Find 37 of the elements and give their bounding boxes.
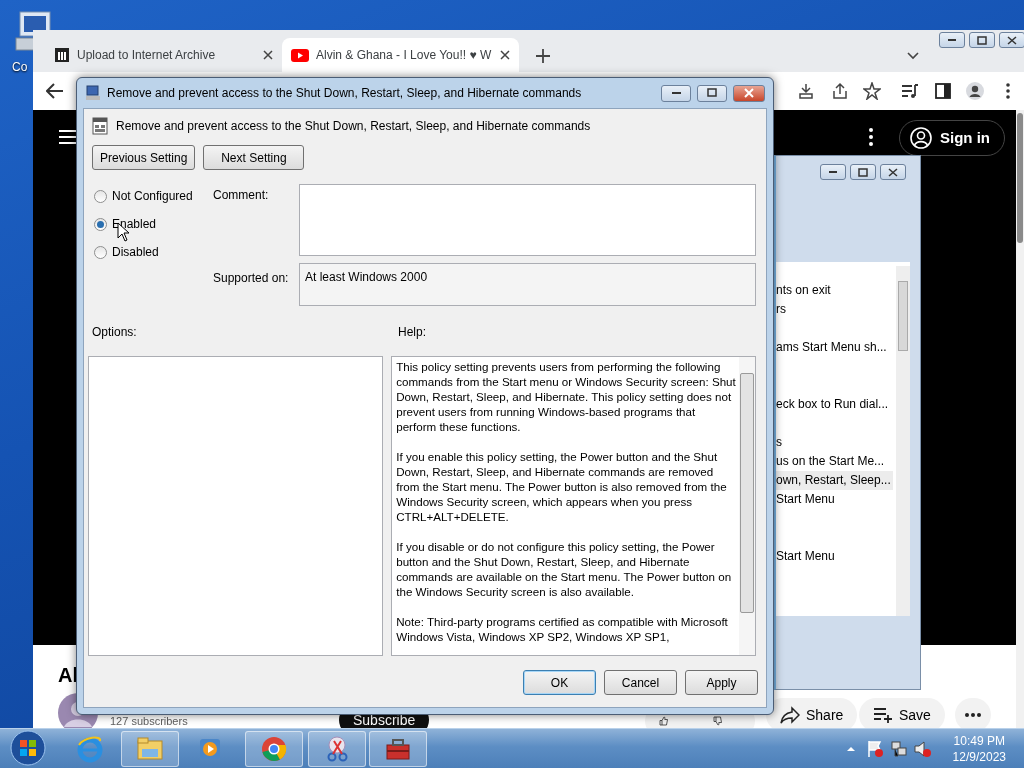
tab-title: Alvin & Ghana - I Love You!! ♥ W	[316, 47, 493, 64]
policy-list-item[interactable]: s	[776, 433, 784, 452]
browser-tab[interactable]: Alvin & Ghana - I Love You!! ♥ W	[282, 38, 519, 72]
options-label: Options:	[92, 324, 138, 341]
policy-list-item[interactable]: Start Menu	[776, 547, 837, 566]
policy-list-item[interactable]: Start Menu	[776, 490, 837, 509]
help-paragraph: Note: Third-party programs certified as compatible with Microsoft Windows Vista, Windows XP SP2, Windows XP SP1,	[396, 614, 729, 644]
clock-time: 10:49 PM	[952, 733, 1006, 749]
clock-date: 12/9/2023	[952, 749, 1006, 765]
help-paragraph: This policy setting prevents users from performing the following commands from the Start menu or Windows Security screen: Shut Down, Restart, Sleep, and Hibernate. This policy setting does not prevent users from running Windows-based programs that perform these functions.	[396, 359, 737, 434]
policy-list-item[interactable]: eck box to Run dial...	[776, 395, 891, 414]
radio-option[interactable]: Enabled	[94, 210, 213, 238]
setting-heading: Remove and prevent access to the Shut Down, Restart, Sleep, and Hibernate commands	[116, 118, 591, 135]
tab-title: Upload to Internet Archive	[77, 47, 217, 64]
supported-on-value: At least Windows 2000	[305, 270, 428, 284]
dialog-button[interactable]: Apply	[685, 670, 758, 695]
sign-in-button[interactable]: Sign in	[899, 120, 1005, 156]
radio-option[interactable]: Disabled	[94, 238, 213, 266]
policy-list-item[interactable]: nts on exit	[776, 281, 833, 300]
window-title: Remove and prevent access to the Shut Down, Restart, Sleep, and Hibernate commands	[107, 85, 583, 102]
policy-list-item[interactable]: ams Start Menu sh...	[776, 338, 889, 357]
dialog-button[interactable]: OK	[523, 670, 596, 695]
radio-option[interactable]: Not Configured	[94, 182, 213, 210]
supported-on-label: Supported on:	[213, 270, 290, 287]
help-label: Help:	[398, 324, 426, 341]
help-paragraph: If you enable this policy setting, the Power button and the Shut Down, Restart, Sleep, and Hibernate commands are removed from the Start menu. The Power button is also removed from the Windows Security screen, which appears when you press CTRL+ALT+DELETE.	[396, 449, 728, 524]
policy-list-item[interactable]: us on the Start Me...	[776, 452, 887, 471]
nav-button[interactable]: Next Setting	[203, 145, 305, 170]
dialog-button[interactable]: Cancel	[604, 670, 677, 695]
policy-list-item[interactable]: own, Restart, Sleep...	[776, 471, 893, 490]
nav-button[interactable]: Previous Setting	[92, 145, 196, 170]
browser-tab[interactable]: Upload to Internet Archive	[45, 38, 282, 72]
help-paragraph: If you disable or do not configure this policy setting, the Power button and the Shut Down, Restart, Sleep, and Hibernate commands are available on the Start menu. The Power button on the Windows Security screen is also available.	[396, 539, 733, 599]
subscriber-count: 127 subscribers	[110, 715, 188, 727]
comment-label: Comment:	[213, 187, 270, 204]
policy-list-item[interactable]: rs	[776, 300, 788, 319]
desktop-icon-label: Co	[12, 59, 28, 76]
